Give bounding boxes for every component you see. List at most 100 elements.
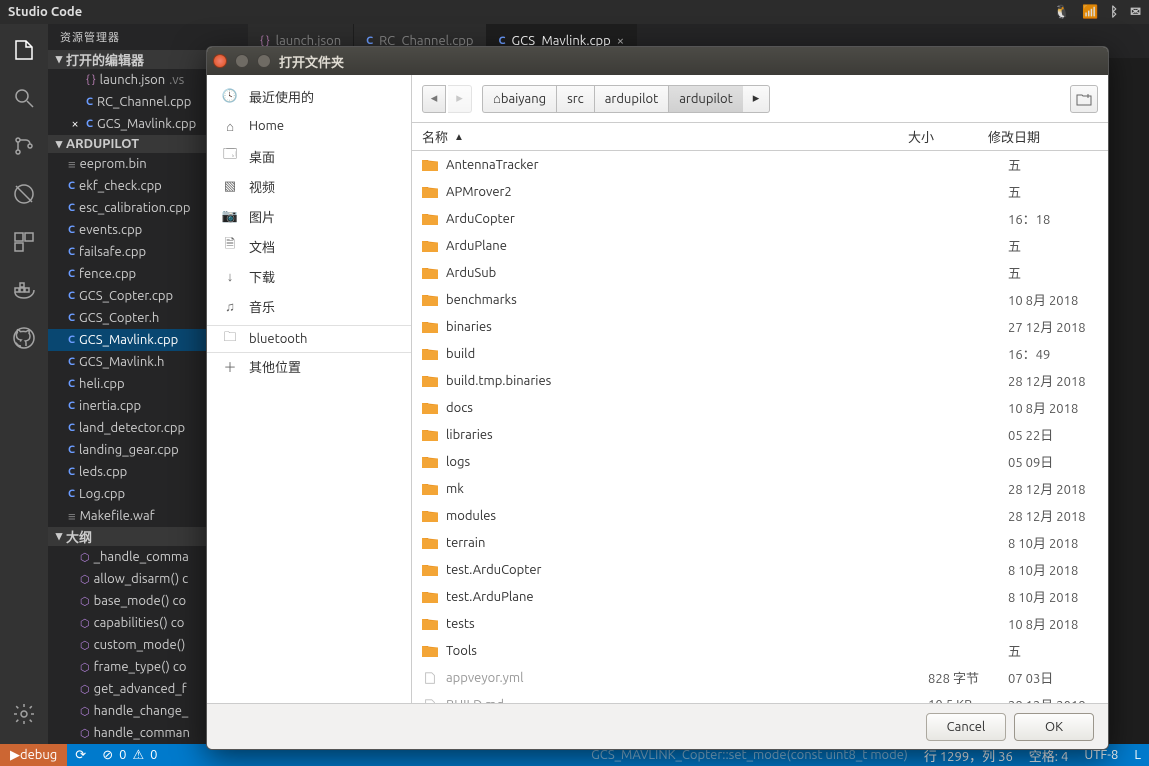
folder-icon: 🗀 xyxy=(221,330,239,348)
system-top-bar: Studio Code 🐧 📶 ᛒ ✉ xyxy=(0,0,1149,24)
gear-icon[interactable] xyxy=(10,700,38,728)
place-item[interactable]: ＋其他位置 xyxy=(207,352,411,376)
home-icon: ⌂ xyxy=(221,117,239,135)
new-folder-button[interactable] xyxy=(1070,85,1098,113)
breadcrumb-dropdown[interactable]: ▸ xyxy=(743,85,771,113)
folder-icon xyxy=(422,347,438,361)
place-item[interactable]: ▧视频 xyxy=(207,171,411,201)
wifi-icon: 📶 xyxy=(1082,5,1098,20)
breadcrumb-item[interactable]: ⌂baiyang xyxy=(482,85,556,113)
file-icon xyxy=(422,671,438,685)
files-icon[interactable] xyxy=(10,36,38,64)
file-row[interactable]: binaries27 12月 2018 xyxy=(412,313,1108,340)
folder-icon xyxy=(422,266,438,280)
minimize-icon[interactable] xyxy=(235,54,249,68)
docker-icon[interactable] xyxy=(10,276,38,304)
file-row[interactable]: appveyor.yml828 字节07 03日 xyxy=(412,664,1108,691)
bluetooth-icon: ᛒ xyxy=(1110,5,1118,19)
file-row[interactable]: Tools五 xyxy=(412,637,1108,664)
status-debug[interactable]: ▶ debug xyxy=(0,744,67,766)
activity-bar xyxy=(0,24,48,744)
file-row[interactable]: mk28 12月 2018 xyxy=(412,475,1108,502)
file-row[interactable]: AntennaTracker五 xyxy=(412,151,1108,178)
file-list[interactable]: AntennaTracker五APMrover2五ArduCopter16：18… xyxy=(412,151,1108,703)
path-bar: ◂ ▸ ⌂baiyangsrcardupilotardupilot▸ xyxy=(412,75,1108,123)
cancel-button[interactable]: Cancel xyxy=(926,713,1006,741)
documents-icon: 🗎 xyxy=(221,237,239,255)
close-icon[interactable] xyxy=(213,54,227,68)
file-row[interactable]: ArduCopter16：18 xyxy=(412,205,1108,232)
music-icon: ♫ xyxy=(221,297,239,315)
video-icon: ▧ xyxy=(221,177,239,195)
folder-icon xyxy=(422,509,438,523)
file-row[interactable]: BUILD.md10.5 KB28 12月 2018 xyxy=(412,691,1108,703)
recent-icon: 🕓 xyxy=(221,87,239,105)
downloads-icon: ↓ xyxy=(221,267,239,285)
file-row[interactable]: ArduSub五 xyxy=(412,259,1108,286)
file-row[interactable]: APMrover2五 xyxy=(412,178,1108,205)
dialog-footer: Cancel OK xyxy=(207,703,1108,749)
system-tray: 🐧 📶 ᛒ ✉ xyxy=(1054,5,1141,20)
dialog-title-bar[interactable]: 打开文件夹 xyxy=(207,47,1108,75)
place-item[interactable]: ♫音乐 xyxy=(207,291,411,321)
other-icon: ＋ xyxy=(221,358,239,376)
place-item[interactable]: 📷图片 xyxy=(207,201,411,231)
file-row[interactable]: build.tmp.binaries28 12月 2018 xyxy=(412,367,1108,394)
file-browser: ◂ ▸ ⌂baiyangsrcardupilotardupilot▸ 名称▲ 大… xyxy=(412,75,1108,703)
folder-icon xyxy=(422,320,438,334)
status-sync[interactable]: ⟳ xyxy=(67,748,94,763)
file-row[interactable]: benchmarks10 8月 2018 xyxy=(412,286,1108,313)
nav-forward-button[interactable]: ▸ xyxy=(448,85,472,113)
file-row[interactable]: test.ArduCopter8 10月 2018 xyxy=(412,556,1108,583)
desktop-icon: 🗔 xyxy=(221,147,239,165)
folder-icon xyxy=(422,644,438,658)
folder-icon xyxy=(422,158,438,172)
folder-icon xyxy=(422,401,438,415)
file-row[interactable]: terrain8 10月 2018 xyxy=(412,529,1108,556)
source-control-icon[interactable] xyxy=(10,132,38,160)
open-folder-dialog: 打开文件夹 🕓最近使用的⌂Home🗔桌面▧视频📷图片🗎文档↓下载♫音乐 🗀blue… xyxy=(206,46,1109,750)
maximize-icon[interactable] xyxy=(257,54,271,68)
file-row[interactable]: logs05 09日 xyxy=(412,448,1108,475)
nav-back-button[interactable]: ◂ xyxy=(422,85,446,113)
file-row[interactable]: test.ArduPlane8 10月 2018 xyxy=(412,583,1108,610)
folder-icon xyxy=(422,482,438,496)
column-headers[interactable]: 名称▲ 大小 修改日期 xyxy=(412,123,1108,151)
file-row[interactable]: build16：49 xyxy=(412,340,1108,367)
ok-button[interactable]: OK xyxy=(1014,713,1094,741)
debug-icon[interactable] xyxy=(10,180,38,208)
place-item[interactable]: 🗀bluetooth xyxy=(207,325,411,348)
folder-icon xyxy=(422,428,438,442)
pictures-icon: 📷 xyxy=(221,207,239,225)
place-item[interactable]: 🗎文档 xyxy=(207,231,411,261)
place-item[interactable]: ⌂Home xyxy=(207,111,411,141)
status-problems[interactable]: ⊘ 0 ⚠ 0 xyxy=(94,748,165,763)
folder-icon xyxy=(422,617,438,631)
place-item[interactable]: 🕓最近使用的 xyxy=(207,81,411,111)
dialog-title: 打开文件夹 xyxy=(279,52,344,71)
window-title: Studio Code xyxy=(8,5,82,19)
search-icon[interactable] xyxy=(10,84,38,112)
breadcrumb-item[interactable]: ardupilot xyxy=(594,85,669,113)
folder-icon xyxy=(422,185,438,199)
file-row[interactable]: tests10 8月 2018 xyxy=(412,610,1108,637)
folder-icon xyxy=(422,293,438,307)
penguin-icon: 🐧 xyxy=(1054,5,1070,20)
file-row[interactable]: ArduPlane五 xyxy=(412,232,1108,259)
breadcrumb-item[interactable]: src xyxy=(556,85,594,113)
file-row[interactable]: docs10 8月 2018 xyxy=(412,394,1108,421)
folder-icon xyxy=(422,590,438,604)
file-row[interactable]: libraries05 22日 xyxy=(412,421,1108,448)
github-icon[interactable] xyxy=(10,324,38,352)
place-item[interactable]: 🗔桌面 xyxy=(207,141,411,171)
place-item[interactable]: ↓下载 xyxy=(207,261,411,291)
folder-icon xyxy=(422,374,438,388)
status-encoding[interactable]: UTF-8 xyxy=(1076,748,1126,762)
folder-icon xyxy=(422,563,438,577)
extensions-icon[interactable] xyxy=(10,228,38,256)
file-row[interactable]: modules28 12月 2018 xyxy=(412,502,1108,529)
status-eol[interactable]: L xyxy=(1126,748,1149,762)
mail-icon: ✉ xyxy=(1130,5,1141,20)
places-sidebar: 🕓最近使用的⌂Home🗔桌面▧视频📷图片🗎文档↓下载♫音乐 🗀bluetooth ＋… xyxy=(207,75,412,703)
breadcrumb-item[interactable]: ardupilot xyxy=(668,85,743,113)
